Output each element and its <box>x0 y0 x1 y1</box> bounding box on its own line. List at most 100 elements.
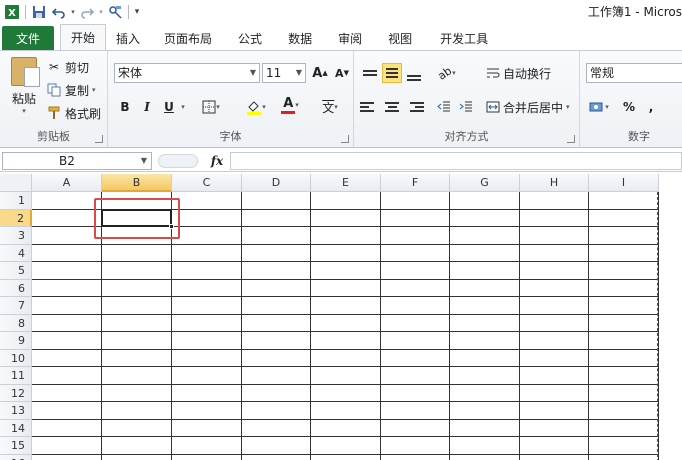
font-name-select[interactable]: 宋体 ▼ <box>114 63 260 83</box>
row-header-8[interactable]: 8 <box>0 314 32 332</box>
wrap-text-button[interactable]: 自动换行 <box>486 63 558 83</box>
row-header-12[interactable]: 12 <box>0 384 32 402</box>
column-gridline <box>241 192 242 460</box>
row-header-5[interactable]: 5 <box>0 262 32 280</box>
formula-splitter[interactable] <box>158 154 198 168</box>
column-header-h[interactable]: H <box>520 174 589 192</box>
alignment-group: ab ▾ 自动换行 合并后居中 ▾ 对齐方式 <box>354 51 580 147</box>
row-gridline <box>32 243 659 245</box>
row-header-10[interactable]: 10 <box>0 349 32 367</box>
number-group: 常规 ▾ % , 数字 <box>580 51 682 147</box>
redo-icon[interactable] <box>77 2 97 22</box>
cut-button[interactable]: ✂ 剪切 <box>46 57 89 77</box>
phonetic-icon: 文 <box>322 100 335 115</box>
worksheet-grid[interactable]: ABCDEFGHI12345678910111213141516 <box>0 174 682 460</box>
row-header-16[interactable]: 16 <box>0 454 32 460</box>
row-header-3[interactable]: 3 <box>0 227 32 245</box>
align-center-button[interactable] <box>382 97 402 117</box>
align-top-button[interactable] <box>360 63 380 83</box>
align-right-button[interactable] <box>404 97 424 117</box>
undo-dropdown-icon[interactable]: ▾ <box>69 2 77 22</box>
font-color-button[interactable]: A ▾ <box>276 95 304 115</box>
orientation-button[interactable]: ab ▾ <box>434 63 460 83</box>
decrease-indent-button[interactable] <box>434 97 454 117</box>
italic-button[interactable]: I <box>138 97 156 117</box>
fill-color-button[interactable]: ▾ <box>242 97 270 117</box>
percent-button[interactable]: % <box>620 97 638 117</box>
align-left-button[interactable] <box>360 97 380 117</box>
column-header-i[interactable]: I <box>589 174 659 192</box>
name-box[interactable]: B2 ▼ <box>2 152 152 170</box>
clipboard-launcher-icon[interactable] <box>95 135 103 143</box>
tab-file[interactable]: 文件 <box>2 26 54 50</box>
bold-button[interactable]: B <box>116 97 134 117</box>
row-header-4[interactable]: 4 <box>0 244 32 262</box>
undo-icon[interactable] <box>49 2 69 22</box>
copy-button[interactable]: 复制 ▾ <box>46 80 96 100</box>
column-header-e[interactable]: E <box>311 174 381 192</box>
font-size-value: 11 <box>266 66 282 80</box>
formula-input[interactable] <box>230 152 682 170</box>
column-header-f[interactable]: F <box>381 174 450 192</box>
column-header-g[interactable]: G <box>450 174 520 192</box>
grow-font-button[interactable]: A ▲ <box>310 63 330 83</box>
underline-button[interactable]: U <box>160 97 178 117</box>
align-bottom-button[interactable] <box>404 65 424 85</box>
comma-button[interactable]: , <box>644 97 658 117</box>
underline-dropdown-icon[interactable]: ▾ <box>178 97 188 117</box>
font-size-select[interactable]: 11 ▼ <box>262 63 306 83</box>
row-header-14[interactable]: 14 <box>0 419 32 437</box>
column-header-b[interactable]: B <box>102 174 172 192</box>
tab-formulas[interactable]: 公式 <box>226 26 274 50</box>
tab-view[interactable]: 视图 <box>374 26 426 50</box>
row-header-15[interactable]: 15 <box>0 437 32 455</box>
number-format-select[interactable]: 常规 <box>586 63 682 83</box>
tab-data[interactable]: 数据 <box>274 26 326 50</box>
window-title: 工作簿1 - Micros <box>587 5 682 19</box>
select-all-corner[interactable] <box>0 174 32 192</box>
phonetic-button[interactable]: 文 ▾ <box>316 97 344 117</box>
clipboard-group: 粘贴 ▾ ✂ 剪切 复制 ▾ 格式刷 剪贴板 <box>0 51 108 147</box>
font-launcher-icon[interactable] <box>341 135 349 143</box>
phonetic-dropdown-icon: ▾ <box>334 103 338 111</box>
row-header-7[interactable]: 7 <box>0 297 32 315</box>
increase-indent-icon <box>459 101 472 112</box>
column-header-d[interactable]: D <box>242 174 311 192</box>
format-painter-button[interactable]: 格式刷 <box>46 103 101 123</box>
insert-function-button[interactable]: fx <box>206 152 228 170</box>
tab-home[interactable]: 开始 <box>60 24 107 50</box>
clipboard-group-label: 剪贴板 <box>37 130 70 143</box>
column-header-c[interactable]: C <box>172 174 242 192</box>
row-gridline <box>32 261 659 262</box>
tab-review[interactable]: 审阅 <box>326 26 374 50</box>
tab-insert[interactable]: 插入 <box>106 26 150 50</box>
increase-indent-button[interactable] <box>456 97 476 117</box>
tab-developer[interactable]: 开发工具 <box>426 26 502 50</box>
accounting-format-button[interactable]: ▾ <box>586 97 612 117</box>
merge-center-button[interactable]: 合并后居中 ▾ <box>486 97 576 117</box>
align-middle-button[interactable] <box>382 63 402 83</box>
row-header-9[interactable]: 9 <box>0 332 32 350</box>
row-header-13[interactable]: 13 <box>0 402 32 420</box>
custom-icon[interactable] <box>105 2 125 22</box>
name-box-value: B2 <box>59 154 75 168</box>
qat-menu-icon[interactable]: ▾ <box>132 2 142 22</box>
shrink-font-button[interactable]: A ▼ <box>332 63 352 83</box>
number-format-value: 常规 <box>590 66 615 80</box>
paste-button[interactable]: 粘贴 ▾ <box>6 57 42 115</box>
row-header-1[interactable]: 1 <box>0 192 32 210</box>
tab-page-layout[interactable]: 页面布局 <box>150 26 226 50</box>
merge-dropdown-icon: ▾ <box>566 103 570 111</box>
save-icon[interactable] <box>29 2 49 22</box>
row-gridline <box>32 436 659 437</box>
copy-dropdown-icon[interactable]: ▾ <box>92 86 96 94</box>
redo-dropdown-icon[interactable]: ▾ <box>97 2 105 22</box>
row-header-6[interactable]: 6 <box>0 279 32 297</box>
alignment-launcher-icon[interactable] <box>567 135 575 143</box>
format-painter-icon <box>46 105 62 121</box>
column-header-a[interactable]: A <box>32 174 102 192</box>
borders-button[interactable]: ▾ <box>200 97 222 117</box>
row-header-2[interactable]: 2 <box>0 209 32 227</box>
row-header-11[interactable]: 11 <box>0 367 32 385</box>
column-gridline <box>449 192 450 460</box>
